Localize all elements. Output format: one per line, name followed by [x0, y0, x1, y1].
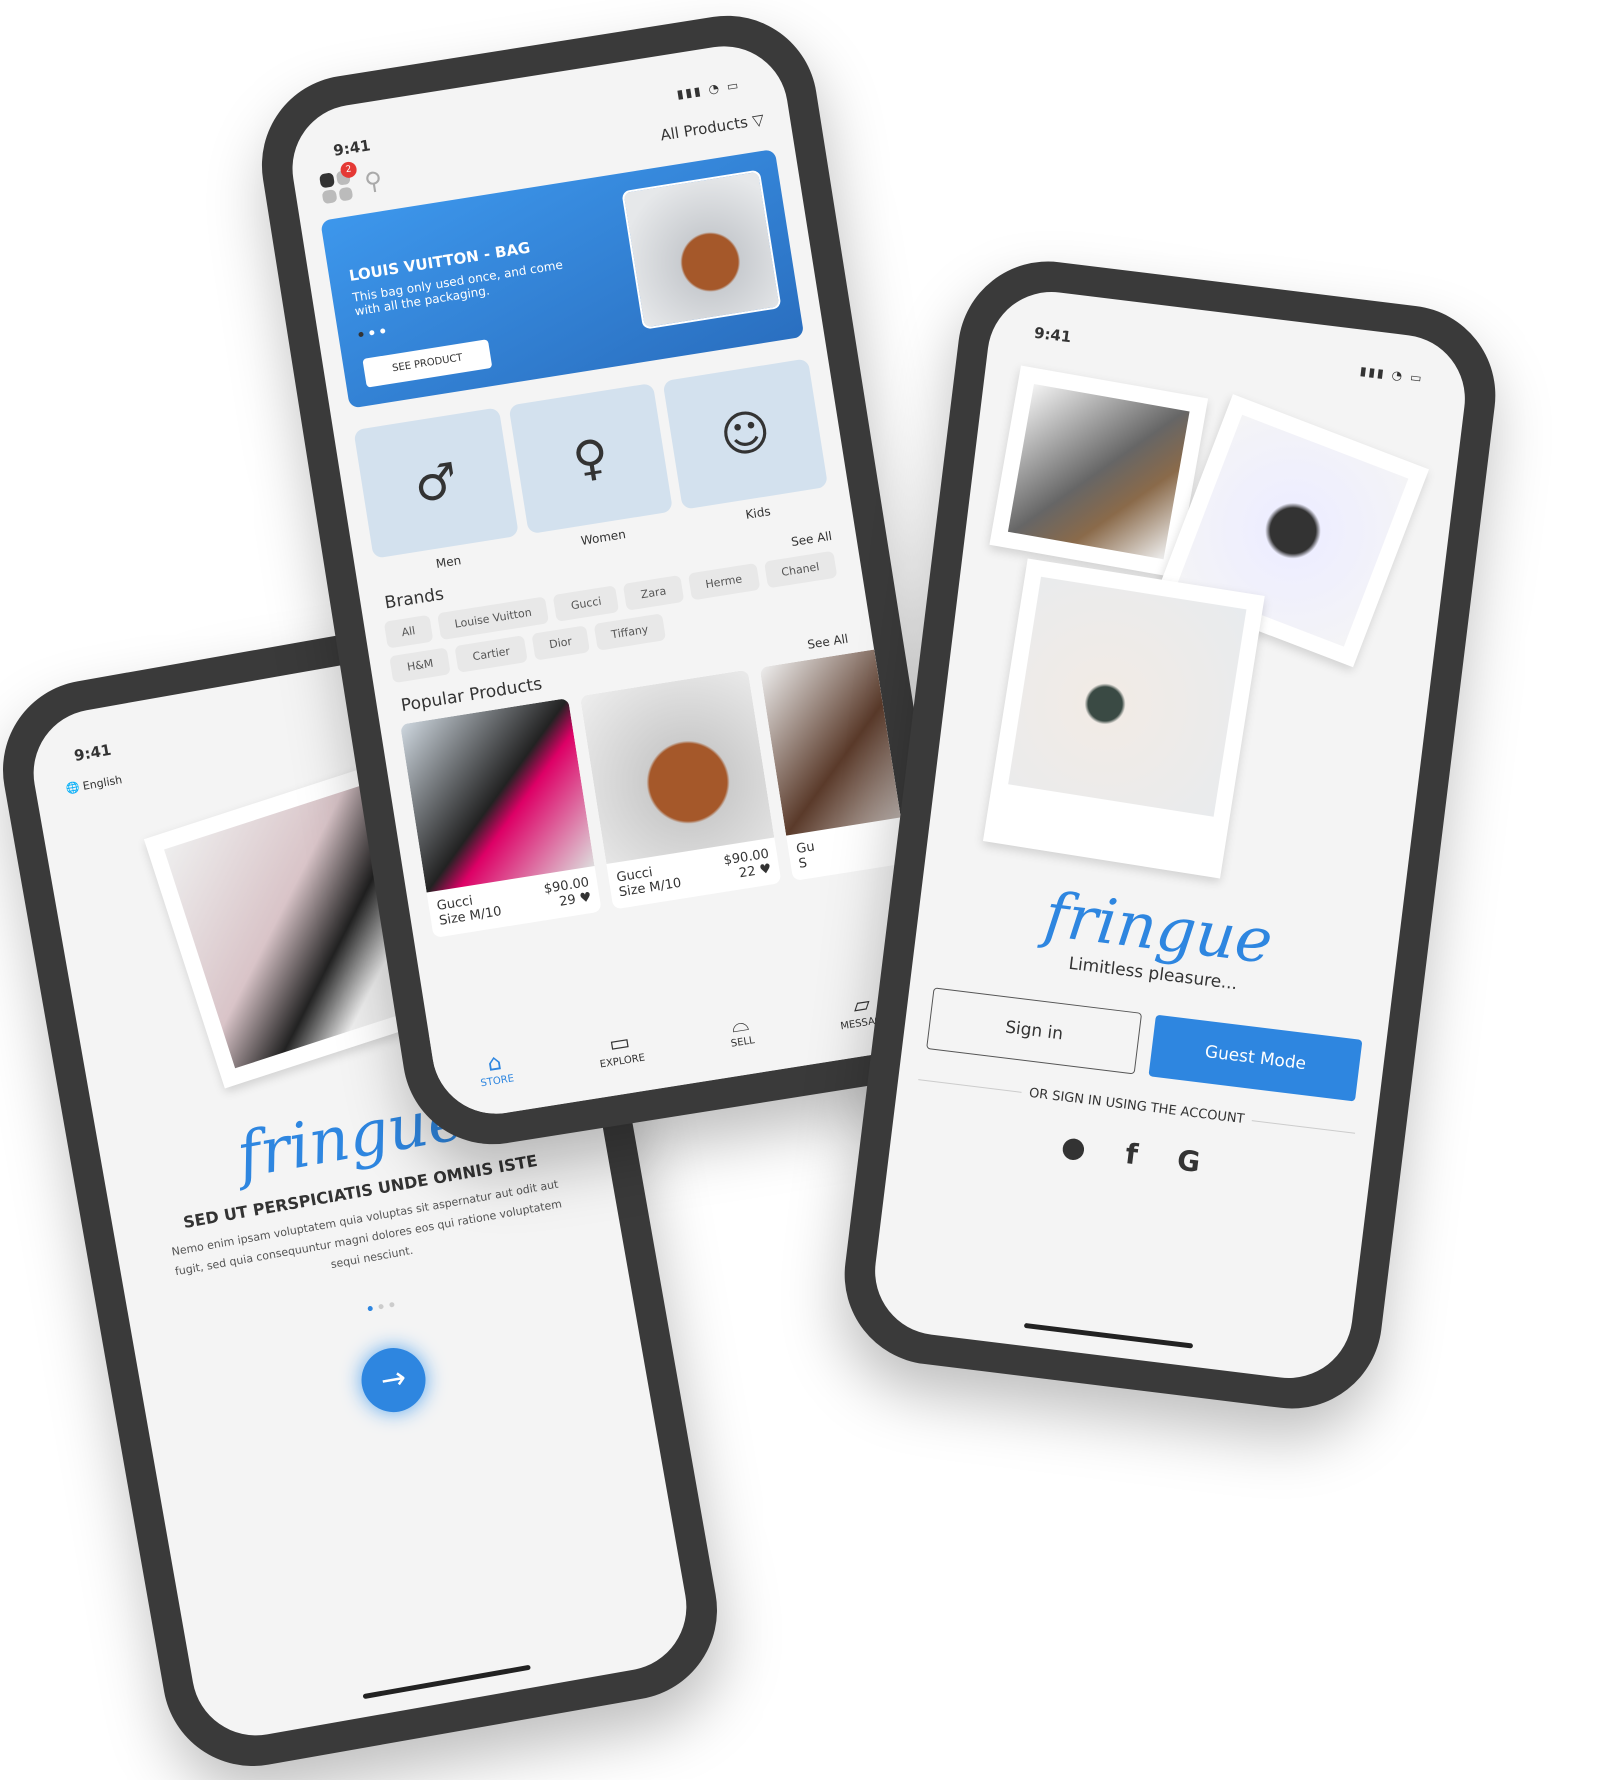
sign-in-button[interactable]: Sign in	[926, 987, 1143, 1075]
bottom-nav: ⌂ STORE ▭ EXPLORE ⌓ SELL ▱ MESSAGE	[428, 955, 937, 1123]
product-card[interactable]: Gucci Size M/10 $90.00 22 ♥	[579, 669, 782, 910]
category-women[interactable]: ♀ Women	[508, 382, 677, 556]
male-icon: ♂	[353, 407, 519, 559]
login-screen: 9:41 ▮▮▮ ◔ ▭ fringue Limitless pleasure..…	[867, 284, 1473, 1386]
nav-store[interactable]: ⌂ STORE	[476, 1049, 515, 1089]
search-icon[interactable]: ⚲	[363, 166, 385, 196]
female-icon: ♀	[508, 382, 674, 535]
brand-chip[interactable]: All	[383, 614, 434, 649]
see-product-button[interactable]: SEE PRODUCT	[362, 339, 493, 388]
filter-icon: ▽	[751, 110, 766, 130]
google-icon[interactable]: G	[1175, 1143, 1202, 1179]
brands-title: Brands	[383, 584, 446, 614]
nav-label: SELL	[730, 1035, 756, 1050]
product-size: S	[797, 855, 809, 872]
product-brand: Gu	[795, 839, 816, 858]
filter-dropdown[interactable]: All Products ▽	[659, 110, 765, 144]
product-card[interactable]: Gucci Size M/10 $90.00 29 ♥	[400, 698, 602, 938]
lock-icon: ⌓	[729, 1010, 751, 1039]
brands-see-all[interactable]: See All	[790, 529, 833, 549]
filter-label: All Products	[659, 112, 750, 145]
category-men[interactable]: ♂ Men	[353, 407, 522, 580]
facebook-icon[interactable]: f	[1123, 1137, 1139, 1171]
category-kids[interactable]: ☺ Kids	[662, 358, 832, 531]
nav-explore[interactable]: ▭ EXPLORE	[595, 1028, 646, 1071]
product-image	[400, 698, 595, 893]
login-phone: 9:41 ▮▮▮ ◔ ▭ fringue Limitless pleasure..…	[834, 251, 1506, 1419]
home-indicator	[362, 1664, 531, 1700]
home-indicator	[1023, 1322, 1194, 1349]
apple-icon[interactable]: ●	[1060, 1129, 1088, 1165]
next-button[interactable]: →	[356, 1343, 431, 1418]
product-image	[579, 669, 775, 865]
guest-mode-button[interactable]: Guest Mode	[1148, 1014, 1363, 1102]
kid-face-icon: ☺	[662, 358, 829, 510]
nav-sell[interactable]: ⌓ SELL	[726, 1010, 756, 1050]
popular-see-all[interactable]: See All	[806, 632, 849, 652]
polaroid-collage	[926, 336, 1466, 911]
sunglasses-photo	[982, 558, 1265, 879]
banner-image	[621, 169, 782, 330]
language-label: English	[81, 773, 124, 793]
apps-icon[interactable]: 2	[318, 160, 358, 205]
